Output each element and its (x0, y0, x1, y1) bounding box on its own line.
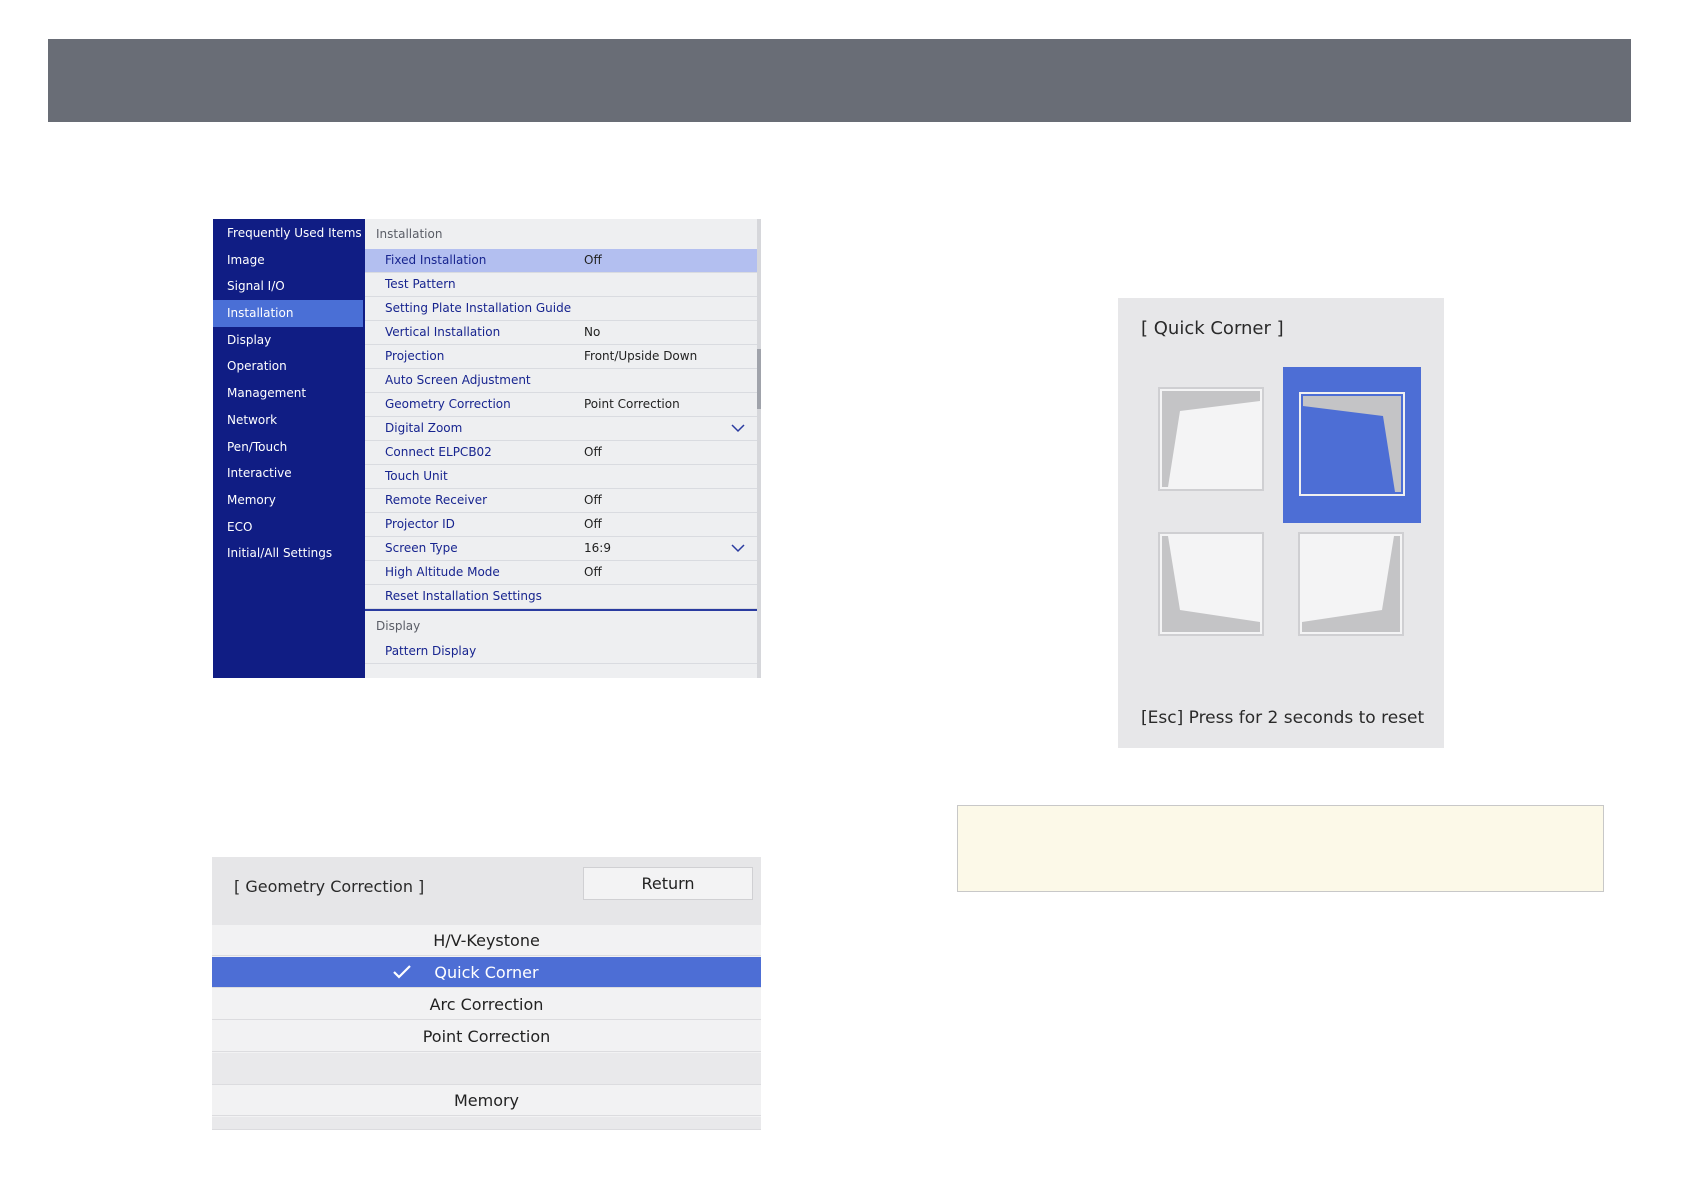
row-label: Setting Plate Installation Guide (385, 301, 572, 315)
row-label: Remote Receiver (385, 493, 488, 507)
option-label: Point Correction (422, 1027, 551, 1046)
option-point-correction[interactable]: Point Correction (212, 1021, 761, 1052)
row-label: Projector ID (385, 517, 455, 531)
sidebar-item-initial-all-settings[interactable]: Initial/All Settings (213, 540, 365, 567)
menu-panel: Installation Fixed Installation Off Test… (365, 219, 757, 678)
menu-row-projector-id[interactable]: Projector ID Off (365, 513, 757, 537)
corner-top-right-icon (1299, 392, 1405, 496)
sidebar-item-network[interactable]: Network (213, 407, 365, 434)
menu-row-remote-receiver[interactable]: Remote Receiver Off (365, 489, 757, 513)
row-label: Reset Installation Settings (385, 589, 542, 603)
sidebar-item-management[interactable]: Management (213, 380, 365, 407)
section-header-display: Display (365, 609, 757, 640)
sidebar-item-memory[interactable]: Memory (213, 487, 365, 514)
dialog-header: [ Geometry Correction ] Return (212, 857, 761, 925)
section-header-installation: Installation (365, 219, 757, 249)
dialog-spacer (212, 1053, 761, 1085)
menu-scrollbar[interactable] (757, 219, 761, 678)
menu-row-touch-unit[interactable]: Touch Unit (365, 465, 757, 489)
menu-row-fixed-installation[interactable]: Fixed Installation Off (365, 249, 757, 273)
option-label: Quick Corner (434, 963, 539, 982)
sidebar-item-signal-io[interactable]: Signal I/O (213, 273, 365, 300)
option-label: H/V-Keystone (433, 931, 540, 950)
menu-row-test-pattern[interactable]: Test Pattern (365, 273, 757, 297)
menu-row-geometry-correction[interactable]: Geometry Correction Point Correction (365, 393, 757, 417)
quick-corner-panel: [ Quick Corner ] [Esc] Press for 2 secon… (1118, 298, 1444, 748)
checkmark-icon (393, 965, 411, 979)
corner-top-left[interactable] (1156, 362, 1284, 514)
row-value: Off (584, 517, 602, 531)
menu-row-setting-plate-guide[interactable]: Setting Plate Installation Guide (365, 297, 757, 321)
corner-top-left-icon (1158, 387, 1264, 491)
option-label: Arc Correction (429, 995, 544, 1014)
sidebar-item-operation[interactable]: Operation (213, 353, 365, 380)
row-label: Vertical Installation (385, 325, 501, 339)
row-value: Front/Upside Down (584, 349, 698, 363)
geometry-correction-dialog: [ Geometry Correction ] Return H/V-Keyst… (212, 857, 761, 1130)
menu-row-screen-type[interactable]: Screen Type 16:9 (365, 537, 757, 561)
menu-row-connect-elpcb02[interactable]: Connect ELPCB02 Off (365, 441, 757, 465)
header-bar (48, 39, 1631, 122)
row-label: Geometry Correction (385, 397, 511, 411)
row-value: Off (584, 493, 602, 507)
dialog-title: [ Geometry Correction ] (234, 877, 425, 896)
corner-bottom-left-icon (1158, 532, 1264, 636)
menu-row-vertical-installation[interactable]: Vertical Installation No (365, 321, 757, 345)
menu-row-reset-installation[interactable]: Reset Installation Settings (365, 585, 757, 609)
sidebar-item-display[interactable]: Display (213, 327, 365, 354)
row-label: Screen Type (385, 541, 458, 555)
menu-row-partial[interactable] (365, 664, 757, 678)
quick-corner-footer: [Esc] Press for 2 seconds to reset (1141, 708, 1425, 728)
row-value: No (584, 325, 601, 339)
row-label: Projection (385, 349, 445, 363)
menu-scrollbar-thumb[interactable] (757, 349, 761, 409)
note-box (957, 805, 1604, 892)
row-value: 16:9 (584, 541, 611, 555)
row-label: Test Pattern (385, 277, 456, 291)
settings-menu: Frequently Used Items Image Signal I/O I… (213, 219, 761, 678)
sidebar-item-interactive[interactable]: Interactive (213, 460, 365, 487)
sidebar-item-pen-touch[interactable]: Pen/Touch (213, 434, 365, 461)
option-quick-corner[interactable]: Quick Corner (212, 957, 761, 988)
row-value: Off (584, 253, 602, 267)
sidebar-item-installation[interactable]: Installation (213, 300, 363, 327)
row-value: Point Correction (584, 397, 680, 411)
dialog-spacer (212, 1117, 761, 1130)
menu-row-digital-zoom[interactable]: Digital Zoom (365, 417, 757, 441)
corner-top-right[interactable] (1283, 367, 1421, 523)
corner-bottom-right[interactable] (1298, 532, 1408, 642)
chevron-down-icon (731, 544, 745, 553)
menu-row-projection[interactable]: Projection Front/Upside Down (365, 345, 757, 369)
row-value: Off (584, 445, 602, 459)
row-label: Connect ELPCB02 (385, 445, 492, 459)
row-label: Digital Zoom (385, 421, 463, 435)
row-label: Fixed Installation (385, 253, 487, 267)
return-button[interactable]: Return (583, 867, 753, 900)
menu-row-high-altitude-mode[interactable]: High Altitude Mode Off (365, 561, 757, 585)
option-hv-keystone[interactable]: H/V-Keystone (212, 925, 761, 956)
corner-bottom-right-icon (1298, 532, 1404, 636)
sidebar-item-frequently-used[interactable]: Frequently Used Items (213, 220, 365, 247)
row-label: Auto Screen Adjustment (385, 373, 531, 387)
option-arc-correction[interactable]: Arc Correction (212, 989, 761, 1020)
sidebar-item-image[interactable]: Image (213, 247, 365, 274)
option-label: Memory (453, 1091, 520, 1110)
row-label: High Altitude Mode (385, 565, 500, 579)
row-label: Pattern Display (385, 644, 477, 658)
menu-sidebar: Frequently Used Items Image Signal I/O I… (213, 219, 365, 678)
corner-bottom-left[interactable] (1156, 532, 1284, 642)
sidebar-item-eco[interactable]: ECO (213, 514, 365, 541)
menu-row-pattern-display[interactable]: Pattern Display (365, 640, 757, 664)
chevron-down-icon (731, 424, 745, 433)
menu-row-auto-screen-adjustment[interactable]: Auto Screen Adjustment (365, 369, 757, 393)
option-memory[interactable]: Memory (212, 1085, 761, 1116)
quick-corner-title: [ Quick Corner ] (1141, 318, 1284, 339)
row-label: Touch Unit (385, 469, 448, 483)
row-value: Off (584, 565, 602, 579)
